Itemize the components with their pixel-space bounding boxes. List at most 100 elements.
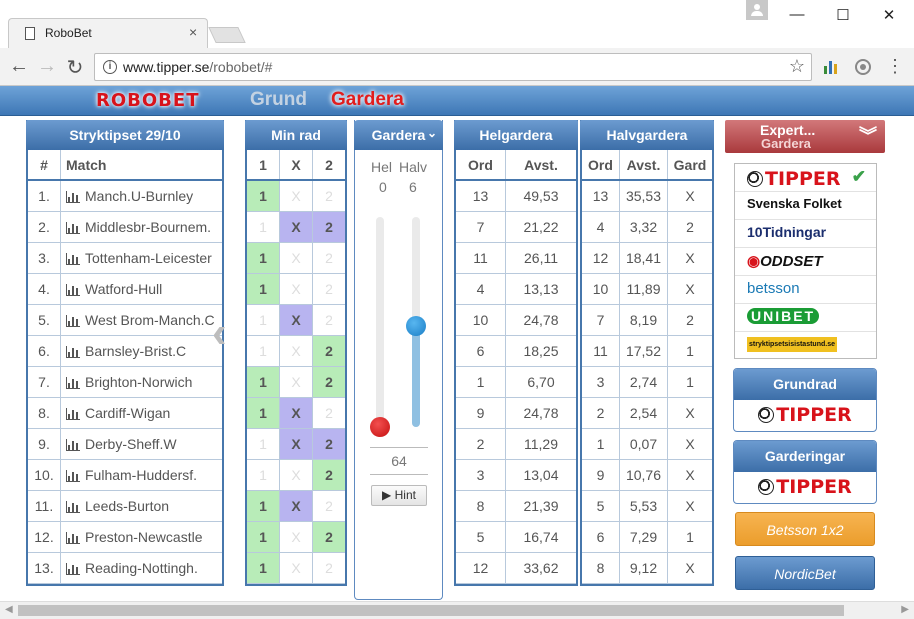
- maximize-button[interactable]: ☐: [828, 6, 858, 26]
- grundrad-box[interactable]: Grundrad TIPPER: [733, 368, 877, 432]
- scrollbar-thumb[interactable]: [18, 605, 844, 616]
- browser-tab[interactable]: RoboBet ×: [8, 18, 208, 49]
- bar-chart-icon[interactable]: [66, 470, 80, 482]
- match-cell[interactable]: Barnsley-Brist.C: [61, 336, 222, 366]
- match-cell[interactable]: Watford-Hull: [61, 274, 222, 304]
- pick-1-cell[interactable]: 1: [247, 243, 280, 273]
- address-bar[interactable]: i www.tipper.se/robobet/# ☆: [94, 53, 812, 81]
- forward-arrow-icon[interactable]: →: [36, 55, 58, 78]
- tab-close-icon[interactable]: ×: [189, 24, 197, 40]
- pick-2-cell[interactable]: 2: [313, 491, 345, 521]
- bar-chart-icon[interactable]: [66, 346, 80, 358]
- match-cell[interactable]: Fulham-Huddersf.: [61, 460, 222, 490]
- match-row[interactable]: 8. Cardiff-Wigan: [28, 398, 222, 429]
- bar-chart-icon[interactable]: [66, 191, 80, 203]
- match-row[interactable]: 11. Leeds-Burton: [28, 491, 222, 522]
- close-window-button[interactable]: ✕: [874, 6, 904, 26]
- hel-slider-track[interactable]: [376, 217, 384, 427]
- robobet-logo[interactable]: ROBOBET: [96, 90, 199, 111]
- chevron-left-icon[interactable]: ‹: [212, 308, 227, 358]
- hel-slider-handle[interactable]: [370, 417, 390, 437]
- pick-2-cell[interactable]: 2: [313, 398, 345, 428]
- back-arrow-icon[interactable]: ←: [8, 55, 30, 78]
- pick-1-cell[interactable]: 1: [247, 553, 280, 583]
- pick-1-cell[interactable]: 1: [247, 460, 280, 490]
- pick-2-cell[interactable]: 2: [313, 336, 345, 366]
- match-row[interactable]: 12. Preston-Newcastle: [28, 522, 222, 553]
- bookmaker-oddset[interactable]: ◉ODDSET: [735, 248, 876, 276]
- nordicbet-button[interactable]: NordicBet: [735, 556, 875, 590]
- pick-1-cell[interactable]: 1: [247, 212, 280, 242]
- match-cell[interactable]: West Brom-Manch.C: [61, 305, 222, 335]
- bar-chart-icon[interactable]: [66, 501, 80, 513]
- extension-circle-icon[interactable]: [854, 58, 872, 76]
- match-row[interactable]: 1. Manch.U-Burnley: [28, 181, 222, 212]
- pick-1-cell[interactable]: 1: [247, 429, 280, 459]
- match-cell[interactable]: Brighton-Norwich: [61, 367, 222, 397]
- pick-x-cell[interactable]: X: [280, 243, 313, 273]
- info-icon[interactable]: i: [103, 60, 117, 74]
- bookmaker-betsson[interactable]: betsson: [735, 276, 876, 304]
- bar-chart-icon[interactable]: [66, 439, 80, 451]
- nav-grund[interactable]: Grund: [250, 89, 307, 111]
- pick-x-cell[interactable]: X: [280, 336, 313, 366]
- bar-chart-icon[interactable]: [66, 253, 80, 265]
- match-cell[interactable]: Cardiff-Wigan: [61, 398, 222, 428]
- reload-icon[interactable]: ↻: [64, 55, 86, 80]
- bar-chart-icon[interactable]: [66, 284, 80, 296]
- menu-dots-icon[interactable]: ⋮: [884, 56, 906, 77]
- pick-1-cell[interactable]: 1: [247, 274, 280, 304]
- bar-chart-icon[interactable]: [66, 222, 80, 234]
- bookmaker-unibet[interactable]: UNIBET: [735, 304, 876, 332]
- match-cell[interactable]: Preston-Newcastle: [61, 522, 222, 552]
- bar-chart-icon[interactable]: [66, 532, 80, 544]
- match-row[interactable]: 9. Derby-Sheff.W: [28, 429, 222, 460]
- pick-x-cell[interactable]: X: [280, 429, 313, 459]
- minimize-button[interactable]: —: [782, 6, 812, 26]
- pick-2-cell[interactable]: 2: [313, 274, 345, 304]
- pick-2-cell[interactable]: 2: [313, 522, 345, 552]
- bookmaker-10tidningar[interactable]: 10Tidningar: [735, 220, 876, 248]
- pick-2-cell[interactable]: 2: [313, 243, 345, 273]
- halv-slider-handle[interactable]: [406, 316, 426, 337]
- match-row[interactable]: 3. Tottenham-Leicester: [28, 243, 222, 274]
- scroll-right-icon[interactable]: ▶: [901, 604, 909, 615]
- chevron-down-icon[interactable]: ⌄: [427, 118, 437, 148]
- new-tab-button[interactable]: [208, 27, 246, 43]
- match-row[interactable]: 5. West Brom-Manch.C: [28, 305, 222, 336]
- hint-button[interactable]: ▶ Hint: [371, 485, 427, 506]
- horizontal-scrollbar[interactable]: ◀ ▶: [0, 601, 914, 619]
- pick-x-cell[interactable]: X: [280, 212, 313, 242]
- pick-1-cell[interactable]: 1: [247, 398, 280, 428]
- match-cell[interactable]: Middlesbr-Bournem.: [61, 212, 222, 242]
- match-row[interactable]: 2. Middlesbr-Bournem.: [28, 212, 222, 243]
- pick-x-cell[interactable]: X: [280, 460, 313, 490]
- pick-2-cell[interactable]: 2: [313, 212, 345, 242]
- match-cell[interactable]: Manch.U-Burnley: [61, 181, 222, 211]
- pick-x-cell[interactable]: X: [280, 553, 313, 583]
- pick-1-cell[interactable]: 1: [247, 336, 280, 366]
- pick-2-cell[interactable]: 2: [313, 429, 345, 459]
- pick-x-cell[interactable]: X: [280, 522, 313, 552]
- pick-1-cell[interactable]: 1: [247, 367, 280, 397]
- match-row[interactable]: 6. Barnsley-Brist.C: [28, 336, 222, 367]
- pick-2-cell[interactable]: 2: [313, 181, 345, 211]
- pick-2-cell[interactable]: 2: [313, 367, 345, 397]
- bookmaker-stryktipset-sista-stund[interactable]: stryktipsetsisistastund.se: [735, 332, 876, 360]
- match-cell[interactable]: Leeds-Burton: [61, 491, 222, 521]
- pick-1-cell[interactable]: 1: [247, 305, 280, 335]
- pick-x-cell[interactable]: X: [280, 398, 313, 428]
- user-profile-icon[interactable]: [746, 0, 768, 20]
- match-row[interactable]: 7. Brighton-Norwich: [28, 367, 222, 398]
- pick-x-cell[interactable]: X: [280, 491, 313, 521]
- scroll-left-icon[interactable]: ◀: [5, 604, 13, 615]
- bar-chart-icon[interactable]: [66, 377, 80, 389]
- match-cell[interactable]: Derby-Sheff.W: [61, 429, 222, 459]
- pick-2-cell[interactable]: 2: [313, 460, 345, 490]
- pick-x-cell[interactable]: X: [280, 305, 313, 335]
- pick-1-cell[interactable]: 1: [247, 522, 280, 552]
- match-row[interactable]: 4. Watford-Hull: [28, 274, 222, 305]
- extension-chart-icon[interactable]: [822, 58, 840, 76]
- pick-x-cell[interactable]: X: [280, 274, 313, 304]
- bookmaker-svenska-folket[interactable]: Svenska Folket: [735, 192, 876, 220]
